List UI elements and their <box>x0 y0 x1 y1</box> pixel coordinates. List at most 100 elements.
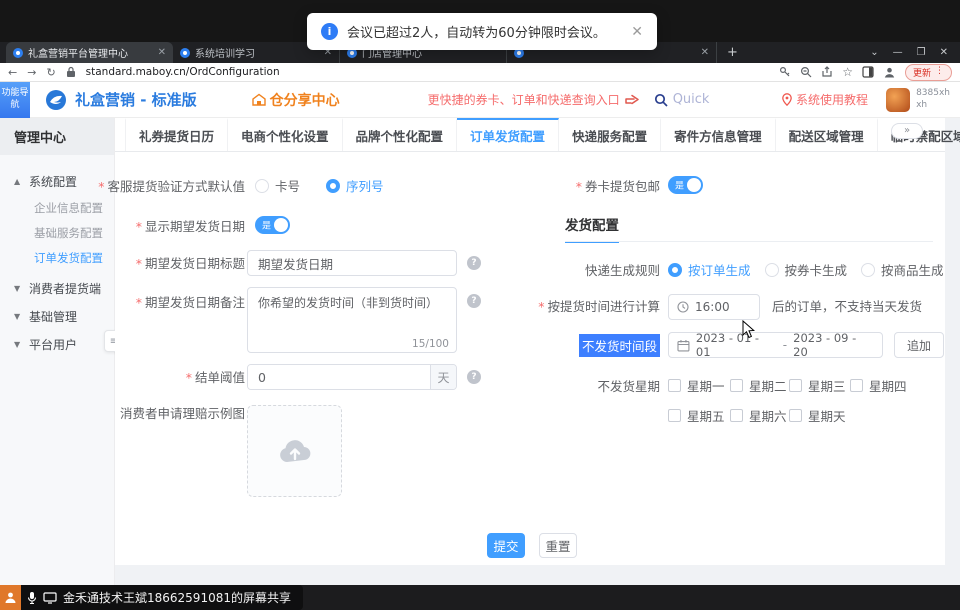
new-tab-button[interactable]: + <box>717 42 748 63</box>
checkbox-sunday-label[interactable]: 星期天 <box>808 406 846 425</box>
reset-button[interactable]: 重置 <box>539 533 577 558</box>
microphone-icon <box>27 591 37 605</box>
no-ship-weekday-label: 不发货星期 <box>597 376 660 395</box>
checkbox-wednesday[interactable] <box>789 379 802 392</box>
sidebar-item-order-shipping[interactable]: 订单发货配置 <box>0 245 114 270</box>
browser-update-button[interactable]: 更新⋮ <box>905 64 952 81</box>
checkbox-wednesday-label[interactable]: 星期三 <box>808 376 850 395</box>
ship-config-section: 发货配置 <box>565 214 619 243</box>
warehouse-share-link[interactable]: 仓分享中心 <box>252 90 340 110</box>
back-icon[interactable]: ← <box>8 66 17 79</box>
radio-serial-number-label[interactable]: 序列号 <box>346 176 384 195</box>
tab-brand-personalize[interactable]: 品牌个性化配置 <box>343 118 458 151</box>
window-minimize-icon[interactable]: — <box>893 47 903 58</box>
sidebar-group-basic-mgmt[interactable]: ▼ 基础管理 <box>0 302 114 330</box>
function-nav-button[interactable]: 功能导航 <box>0 82 30 118</box>
browser-tab-1[interactable]: 礼盒营销平台管理中心 ✕ <box>6 42 173 63</box>
user-menu[interactable]: 8385xh xh <box>886 88 950 112</box>
free-shipping-toggle[interactable]: 是 <box>668 176 703 194</box>
search-icon <box>654 93 668 107</box>
toast-close-icon[interactable]: ✕ <box>631 24 643 40</box>
screen-share-pill[interactable]: 金禾通技术王斌18662591081的屏幕共享 <box>0 585 303 610</box>
meeting-toast: i 会议已超过2人，自动转为60分钟限时会议。 ✕ <box>307 13 657 50</box>
close-threshold-field: 天 <box>247 364 457 390</box>
checkbox-monday[interactable] <box>668 379 681 392</box>
tutorial-link[interactable]: 系统使用教程 <box>782 91 868 108</box>
show-expect-date-toggle[interactable]: 是 <box>255 216 290 234</box>
radio-by-product-label[interactable]: 按商品生成 <box>881 260 944 279</box>
expect-title-help-wrap: ? <box>467 256 481 270</box>
sidebar-item-basic-service[interactable]: 基础服务配置 <box>0 220 114 245</box>
expect-date-title-label: 期望发货日期标题 <box>136 253 245 272</box>
no-ship-period-label-wrap: 不发货时间段 <box>515 334 660 357</box>
tab-coupon-calendar[interactable]: 礼券提货日历 <box>125 118 228 151</box>
close-threshold-input[interactable] <box>248 365 430 389</box>
mouse-cursor <box>742 320 755 339</box>
checkbox-tuesday-label[interactable]: 星期二 <box>749 376 789 395</box>
forward-icon[interactable]: → <box>27 66 36 79</box>
site-favicon <box>13 48 23 58</box>
app-logo-icon <box>45 89 67 111</box>
tab-order-shipping[interactable]: 订单发货配置 <box>457 118 559 151</box>
show-expect-date-label: 显示期望发货日期 <box>136 216 245 235</box>
radio-by-coupon[interactable] <box>765 263 779 277</box>
show-expect-toggle-wrap: 是 <box>255 216 290 234</box>
tab-express-service[interactable]: 快递服务配置 <box>559 118 661 151</box>
radio-by-order-label[interactable]: 按订单生成 <box>688 260 751 279</box>
profile-icon[interactable] <box>883 66 896 79</box>
tab-close-icon[interactable]: ✕ <box>701 47 709 58</box>
submit-button[interactable]: 提交 <box>487 533 525 558</box>
tab-delivery-region[interactable]: 配送区域管理 <box>776 118 878 151</box>
help-icon[interactable]: ? <box>467 294 481 308</box>
lock-icon <box>66 66 76 78</box>
tabs-more-button[interactable]: » <box>891 123 923 139</box>
radio-serial-number[interactable] <box>326 179 340 193</box>
quick-search[interactable]: Quick <box>654 92 710 107</box>
checkbox-thursday-label[interactable]: 星期四 <box>869 376 907 395</box>
checkbox-thursday[interactable] <box>850 379 863 392</box>
help-icon[interactable]: ? <box>467 370 481 384</box>
tab-ecom-personalize[interactable]: 电商个性化设置 <box>228 118 343 151</box>
tab-close-icon[interactable]: ✕ <box>158 47 166 58</box>
window-maximize-icon[interactable]: ❐ <box>917 47 926 58</box>
app-title: 礼盒营销 - 标准版 <box>75 89 197 110</box>
expect-date-note-label: 期望发货日期备注 <box>136 292 245 311</box>
sidebar-item-enterprise-info[interactable]: 企业信息配置 <box>0 195 114 220</box>
radio-by-product[interactable] <box>861 263 875 277</box>
checkbox-saturday[interactable] <box>730 409 743 422</box>
weekday-row-1: 星期一 星期二 星期三 星期四 <box>668 376 907 395</box>
sidebar-group-system-config[interactable]: ▲ 系统配置 <box>0 167 114 195</box>
address-bar[interactable]: standard.maboy.cn/OrdConfiguration <box>86 66 280 78</box>
checkbox-tuesday[interactable] <box>730 379 743 392</box>
avatar <box>886 88 910 112</box>
key-icon[interactable] <box>779 66 791 78</box>
expect-date-title-input[interactable] <box>247 250 457 276</box>
close-threshold-label: 结单阈值 <box>186 367 245 386</box>
radio-by-coupon-label[interactable]: 按券卡生成 <box>785 260 848 279</box>
append-button[interactable]: 追加 <box>894 332 944 358</box>
radio-by-order[interactable] <box>668 263 682 277</box>
radio-card-number[interactable] <box>255 179 269 193</box>
share-icon[interactable] <box>821 66 833 78</box>
zoom-icon[interactable] <box>800 66 812 78</box>
bookmark-star-icon[interactable]: ☆ <box>842 65 853 79</box>
checkbox-friday-label[interactable]: 星期五 <box>687 406 730 425</box>
checkbox-saturday-label[interactable]: 星期六 <box>749 406 789 425</box>
window-menu-icon[interactable]: ⌄ <box>870 47 878 58</box>
date-range-separator: - <box>783 338 787 352</box>
checkbox-friday[interactable] <box>668 409 681 422</box>
upload-dropzone[interactable] <box>247 405 342 497</box>
checkbox-sunday[interactable] <box>789 409 802 422</box>
tab-sender-info[interactable]: 寄件方信息管理 <box>661 118 776 151</box>
pickup-time-input[interactable]: 16:00 <box>668 294 760 320</box>
date-range-input[interactable]: 2023 - 01 - 01 - 2023 - 09 - 20 <box>668 332 883 358</box>
radio-card-number-label[interactable]: 卡号 <box>275 176 300 195</box>
reload-icon[interactable]: ↻ <box>46 66 55 79</box>
browser-panel-icon[interactable] <box>862 66 874 78</box>
window-close-icon[interactable]: ✕ <box>940 47 948 58</box>
help-icon[interactable]: ? <box>467 256 481 270</box>
checkbox-monday-label[interactable]: 星期一 <box>687 376 730 395</box>
note-label-wrap: 期望发货日期备注 <box>115 292 245 311</box>
sidebar-group-consumer[interactable]: ▼ 消费者提货端 <box>0 274 114 302</box>
sidebar-group-platform-user[interactable]: ▼ 平台用户 <box>0 330 114 358</box>
